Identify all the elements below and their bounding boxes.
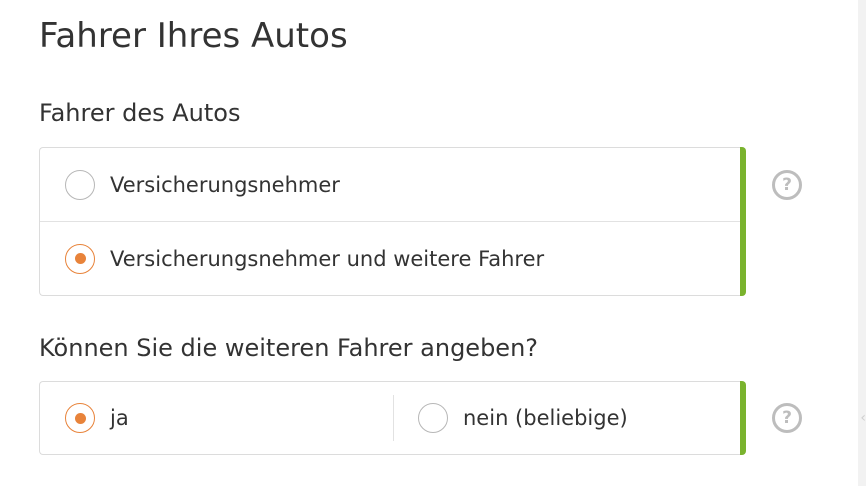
drivers-known-radio-group: ja nein (beliebige) bbox=[39, 381, 746, 455]
radio-option-no[interactable]: nein (beliebige) bbox=[393, 382, 740, 454]
radio-button-yes[interactable] bbox=[65, 403, 95, 433]
driver-radio-group: Versicherungsnehmer Versicherungsnehmer … bbox=[39, 147, 746, 296]
chevron-left-icon: ‹ bbox=[860, 410, 866, 426]
radio-option-policyholder[interactable]: Versicherungsnehmer bbox=[40, 148, 740, 222]
radio-button-no[interactable] bbox=[418, 403, 448, 433]
radio-label-no: nein (beliebige) bbox=[463, 406, 628, 430]
radio-label-yes: ja bbox=[110, 406, 129, 430]
drivers-known-section-label: Können Sie die weiteren Fahrer angeben? bbox=[39, 334, 539, 362]
radio-label-policyholder: Versicherungsnehmer bbox=[110, 172, 340, 197]
page-title: Fahrer Ihres Autos bbox=[39, 16, 348, 56]
page: ‹ Fahrer Ihres Autos Fahrer des Autos Ve… bbox=[0, 0, 866, 486]
driver-section-label: Fahrer des Autos bbox=[39, 99, 241, 127]
radio-button-policyholder[interactable] bbox=[65, 169, 95, 200]
radio-option-yes[interactable]: ja bbox=[40, 382, 393, 454]
radio-label-policyholder-and-others: Versicherungsnehmer und weitere Fahrer bbox=[110, 246, 545, 271]
radio-option-policyholder-and-others[interactable]: Versicherungsnehmer und weitere Fahrer bbox=[40, 222, 740, 295]
question-circle-icon[interactable]: ? bbox=[772, 403, 802, 433]
question-circle-icon[interactable]: ? bbox=[772, 170, 802, 200]
radio-button-policyholder-and-others[interactable] bbox=[65, 243, 95, 274]
